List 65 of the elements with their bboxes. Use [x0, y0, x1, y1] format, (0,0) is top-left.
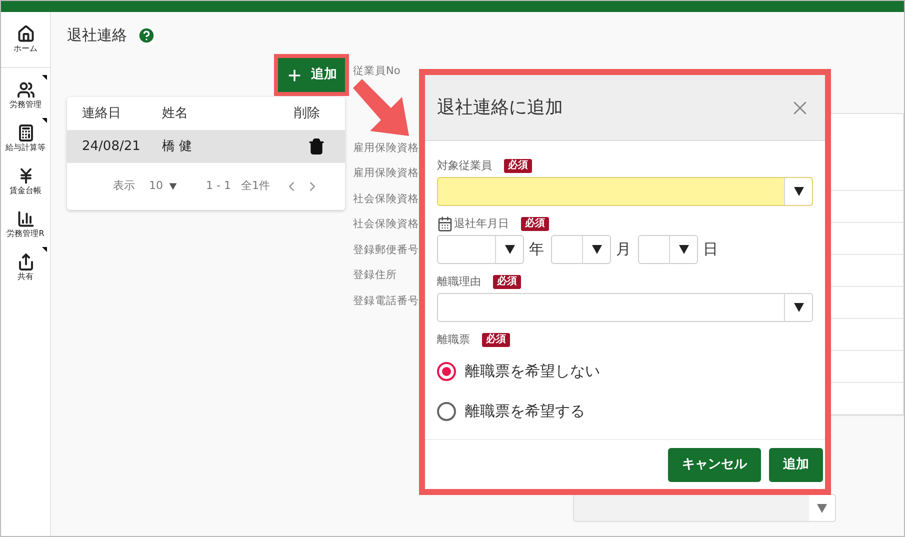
radio-option[interactable]: 離職票を希望しない — [437, 351, 813, 391]
table-row[interactable]: 24/08/21 橋 健 — [67, 130, 345, 163]
radio-button[interactable] — [437, 362, 456, 380]
detail-label: 社会保険資格 — [353, 192, 419, 206]
sidebar-item[interactable]: 労務管理R — [1, 203, 50, 246]
radio-option[interactable]: 離職票を希望する — [437, 391, 813, 431]
field-label: 離職票 — [437, 332, 470, 348]
table-cell-text: 橋 健 — [162, 138, 194, 156]
table-cell-text: 24/08/21 — [82, 138, 142, 156]
sidebar-item[interactable]: 給与計算等 — [1, 117, 50, 160]
page-range: 1 - 1 — [206, 178, 231, 194]
share-icon — [16, 252, 34, 270]
add-button[interactable]: 追加 — [769, 448, 823, 482]
sidebar-item[interactable]: ホーム — [1, 12, 50, 67]
required-tag: 必須 — [504, 159, 532, 173]
detail-label: 登録郵便番号 — [353, 242, 419, 258]
add-button[interactable]: 追加 — [278, 58, 345, 92]
page-size-label: 表示 — [113, 178, 135, 194]
dropdown-arrow-icon — [817, 504, 827, 512]
select-field[interactable] — [437, 293, 813, 322]
date-unit-label: 月 — [616, 239, 631, 260]
dropdown-arrow-icon — [504, 245, 514, 254]
dropdown-arrow-icon — [678, 245, 688, 254]
required-tag: 必須 — [521, 217, 549, 231]
select-field[interactable] — [437, 177, 813, 206]
bar-chart-icon — [16, 210, 34, 228]
plus-icon — [286, 66, 303, 84]
dropdown-arrow-icon — [592, 245, 602, 254]
detail-label: 雇用保険資格 — [353, 166, 419, 181]
dropdown-arrow-icon — [794, 303, 804, 312]
column-header: 連絡日 — [82, 104, 122, 123]
required-tag: 必須 — [493, 275, 521, 289]
sidebar-item[interactable]: 労務管理 — [1, 74, 50, 117]
column-header: 姓名 — [162, 104, 189, 123]
total-count: 全1件 — [240, 178, 270, 194]
page-size-select[interactable]: 10 — [149, 178, 178, 195]
dropdown-arrow-icon — [794, 187, 804, 196]
calculator-icon — [16, 124, 34, 142]
field-label: 退社年月日 — [454, 216, 509, 232]
sidebar-item[interactable]: 賃金台帳 — [1, 160, 50, 203]
dialog-title: 退社連絡に追加 — [437, 96, 563, 120]
radio-button[interactable] — [437, 402, 456, 420]
detail-label: 社会保険資格 — [353, 217, 419, 232]
field-label: 対象従業員 — [437, 158, 492, 174]
select-field[interactable] — [638, 235, 698, 264]
calendar-icon — [437, 216, 453, 232]
home-icon — [16, 24, 34, 42]
column-header: 削除 — [294, 104, 320, 123]
sidebar-item[interactable]: 共有 — [1, 246, 50, 289]
date-unit-label: 日 — [703, 239, 718, 260]
date-unit-label: 年 — [529, 239, 544, 260]
select-field[interactable] — [437, 235, 524, 264]
select-field[interactable] — [551, 235, 611, 264]
detail-label: 登録電話番号 — [353, 294, 419, 308]
required-tag: 必須 — [482, 333, 510, 347]
dropdown-arrow-icon — [169, 183, 177, 190]
detail-label: 雇用保険資格 — [353, 140, 419, 156]
detail-label: 従業員No — [353, 64, 402, 79]
help-icon[interactable] — [137, 26, 156, 44]
page-title: 退社連絡 — [67, 24, 127, 46]
cancel-button[interactable]: キャンセル — [668, 448, 761, 482]
people-icon — [16, 80, 34, 98]
trash-icon[interactable] — [308, 138, 325, 155]
detail-label: 登録住所 — [353, 268, 398, 283]
field-label: 離職理由 — [437, 274, 481, 290]
